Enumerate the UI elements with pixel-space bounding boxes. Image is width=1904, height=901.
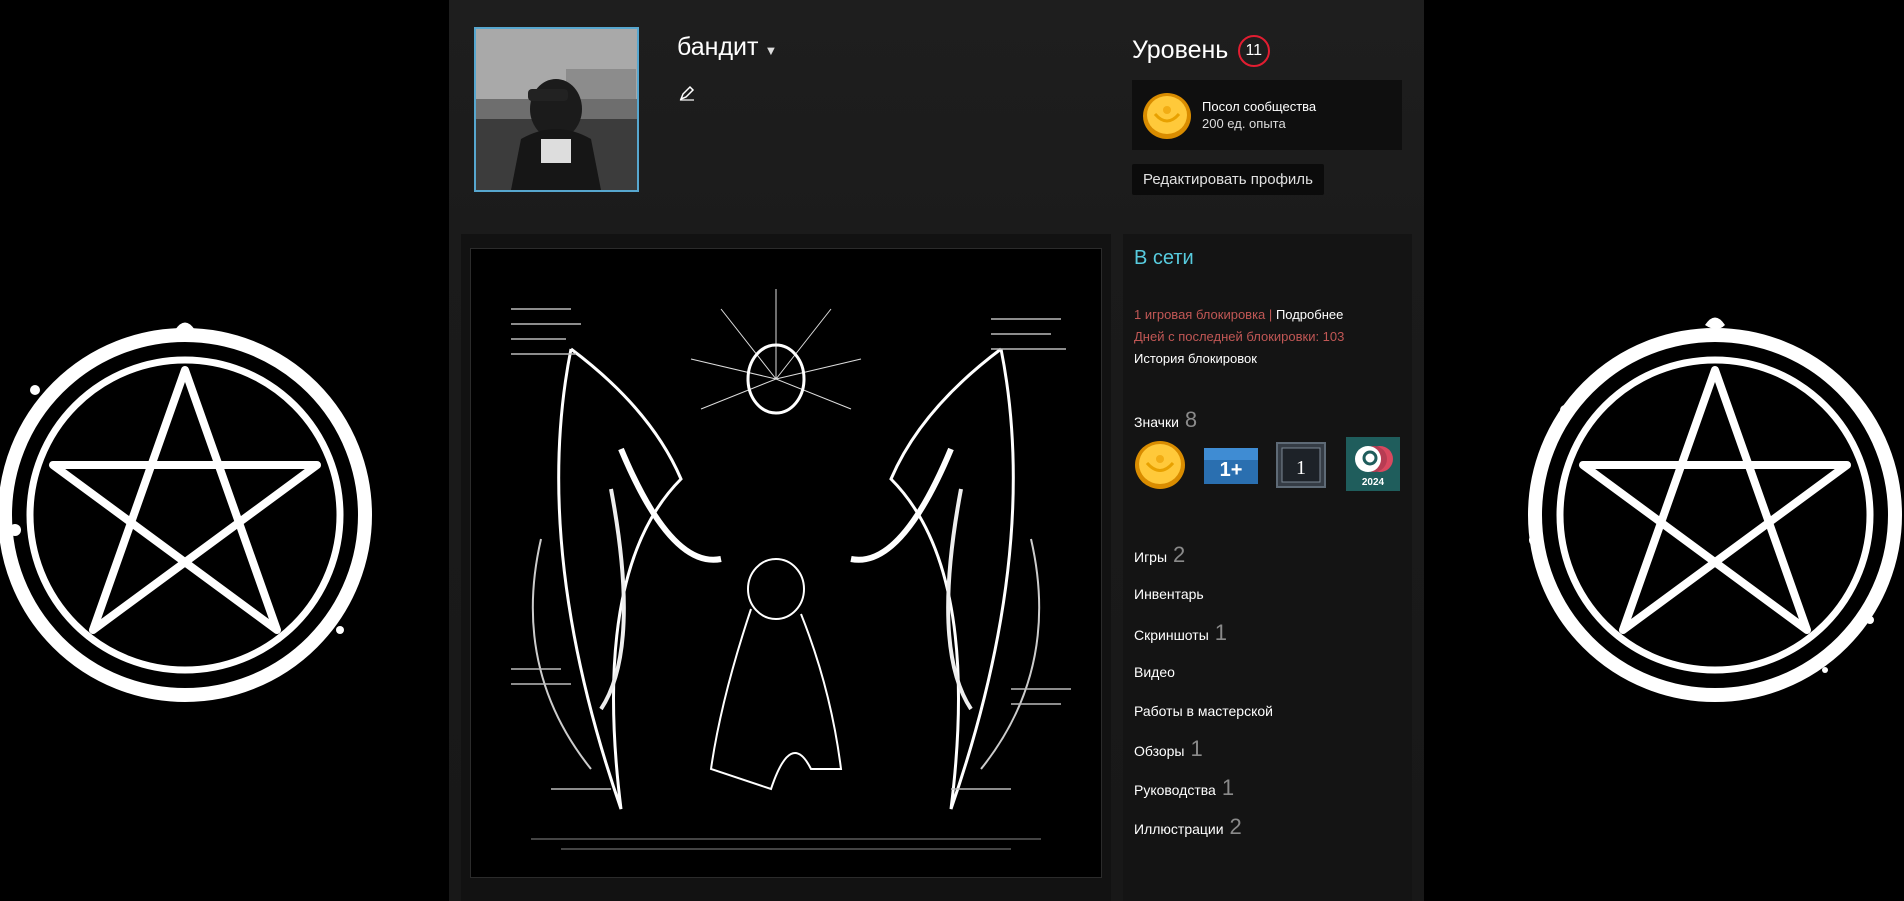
nav-videos[interactable]: Видео — [1134, 664, 1175, 680]
online-status: В сети — [1134, 247, 1194, 269]
nav-artwork[interactable]: Иллюстрации 2 — [1134, 814, 1242, 840]
badges-link[interactable]: Значки 8 — [1134, 407, 1197, 433]
showcase-artwork-image[interactable] — [470, 248, 1102, 878]
level-display: Уровень 11 — [1132, 33, 1270, 67]
persona-name-dropdown[interactable]: бандит ▼ — [677, 33, 777, 62]
nav-artwork-count: 2 — [1229, 814, 1242, 839]
avatar-photo — [476, 29, 637, 190]
nav-screenshots[interactable]: Скриншоты 1 — [1134, 620, 1227, 646]
pentagram-background-art-left — [0, 322, 372, 702]
svg-text:1+: 1+ — [1220, 459, 1243, 481]
years-of-service-badge-icon[interactable]: 1+ — [1203, 443, 1259, 487]
edit-profile-button[interactable]: Редактировать профиль — [1132, 164, 1324, 195]
pen-icon[interactable] — [678, 84, 696, 102]
profile-page: бандит ▼ Уровень 11 Посол сообщества 200… — [449, 0, 1424, 901]
community-ambassador-badge-icon — [1143, 93, 1191, 139]
nav-guides[interactable]: Руководства 1 — [1134, 775, 1234, 801]
steam-2024-badge-icon[interactable]: 2024 — [1346, 437, 1400, 491]
profile-sidebar: В сети 1 игровая блокировка | Подробнее … — [1123, 234, 1412, 901]
favorite-badge[interactable]: Посол сообщества 200 ед. опыта — [1132, 80, 1402, 150]
nav-screenshots-label: Скриншоты — [1134, 627, 1209, 643]
days-since-ban: Дней с последней блокировки: 103 — [1134, 329, 1345, 344]
avatar[interactable] — [474, 27, 639, 192]
ban-history-link[interactable]: История блокировок — [1134, 351, 1257, 366]
badge-list: 1+ 1 2024 — [1134, 437, 1414, 500]
nav-videos-label: Видео — [1134, 664, 1175, 680]
nav-games-label: Игры — [1134, 549, 1168, 565]
nav-screenshots-count: 1 — [1214, 620, 1228, 645]
nav-reviews-label: Обзоры — [1134, 743, 1185, 759]
level-badge[interactable]: 11 — [1237, 35, 1270, 67]
nav-artwork-label: Иллюстрации — [1134, 821, 1224, 837]
favorite-badge-xp: 200 ед. опыта — [1202, 116, 1286, 131]
ban-details-link[interactable]: Подробнее — [1276, 307, 1343, 322]
badges-label: Значки — [1134, 414, 1179, 430]
badges-count: 8 — [1184, 407, 1198, 432]
svg-text:2024: 2024 — [1362, 477, 1385, 488]
nav-guides-label: Руководства — [1134, 782, 1216, 798]
pentagram-background-art-right — [1528, 317, 1902, 702]
nav-reviews[interactable]: Обзоры 1 — [1134, 736, 1203, 762]
community-ambassador-badge-icon[interactable] — [1134, 440, 1186, 490]
showcase-illustration — [471, 249, 1101, 877]
nav-workshop-label: Работы в мастерской — [1134, 703, 1273, 719]
level-one-badge-icon[interactable]: 1 — [1276, 442, 1326, 488]
ban-separator: | — [1268, 307, 1273, 322]
nav-games[interactable]: Игры 2 — [1134, 542, 1185, 568]
nav-reviews-count: 1 — [1190, 736, 1203, 761]
svg-text:1: 1 — [1296, 457, 1306, 479]
nav-inventory-label: Инвентарь — [1134, 586, 1204, 602]
chevron-down-icon: ▼ — [764, 43, 778, 58]
persona-name: бандит — [677, 33, 759, 61]
nav-workshop[interactable]: Работы в мастерской — [1134, 703, 1273, 719]
level-label: Уровень — [1132, 35, 1229, 64]
nav-inventory[interactable]: Инвентарь — [1134, 586, 1204, 602]
nav-guides-count: 1 — [1221, 775, 1235, 800]
artwork-showcase — [461, 234, 1111, 901]
favorite-badge-name: Посол сообщества — [1202, 99, 1317, 114]
nav-games-count: 2 — [1173, 542, 1186, 567]
ban-count: 1 игровая блокировка — [1134, 307, 1266, 322]
ban-info: 1 игровая блокировка | Подробнее — [1134, 307, 1343, 322]
